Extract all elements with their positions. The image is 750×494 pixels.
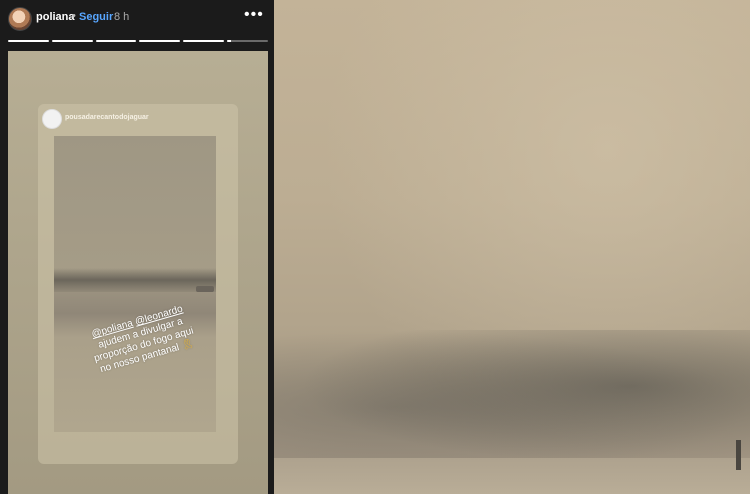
progress-fill <box>139 40 181 42</box>
ribbon-icon: 🎗 <box>180 337 196 352</box>
smoky-treeline <box>274 330 750 470</box>
progress-segment <box>183 40 225 42</box>
repost-avatar[interactable] <box>42 109 62 129</box>
progress-fill <box>8 40 49 42</box>
progress-fill <box>95 40 137 42</box>
story-progress <box>8 40 268 42</box>
progress-segment <box>8 40 49 42</box>
follow-button[interactable]: Seguir <box>79 11 113 23</box>
progress-fill <box>51 40 93 42</box>
repost-card: pousadarecantodojaguar @poliana @leonard… <box>38 104 238 464</box>
water <box>274 458 750 494</box>
progress-segment <box>139 40 181 42</box>
post <box>736 440 741 470</box>
progress-segment <box>51 40 93 42</box>
timestamp: 8 h <box>114 11 130 23</box>
progress-fill <box>227 40 232 42</box>
progress-segment <box>227 40 268 42</box>
more-options-icon[interactable]: ••• <box>244 7 264 23</box>
story-media[interactable]: pousadarecantodojaguar @poliana @leonard… <box>8 51 268 494</box>
story-viewer: poliana • Seguir 8 h ••• pousadarecantod… <box>0 0 274 494</box>
repost-account-name[interactable]: pousadarecantodojaguar <box>65 114 149 121</box>
username[interactable]: poliana <box>36 11 75 23</box>
avatar[interactable] <box>8 7 32 31</box>
treeline <box>54 268 216 292</box>
repost-image <box>54 136 216 432</box>
progress-fill <box>183 40 225 42</box>
expanded-photo <box>274 0 750 494</box>
story-header: poliana • Seguir 8 h ••• <box>0 0 274 38</box>
boat <box>196 286 214 292</box>
separator: • <box>72 10 76 22</box>
progress-segment <box>95 40 137 42</box>
